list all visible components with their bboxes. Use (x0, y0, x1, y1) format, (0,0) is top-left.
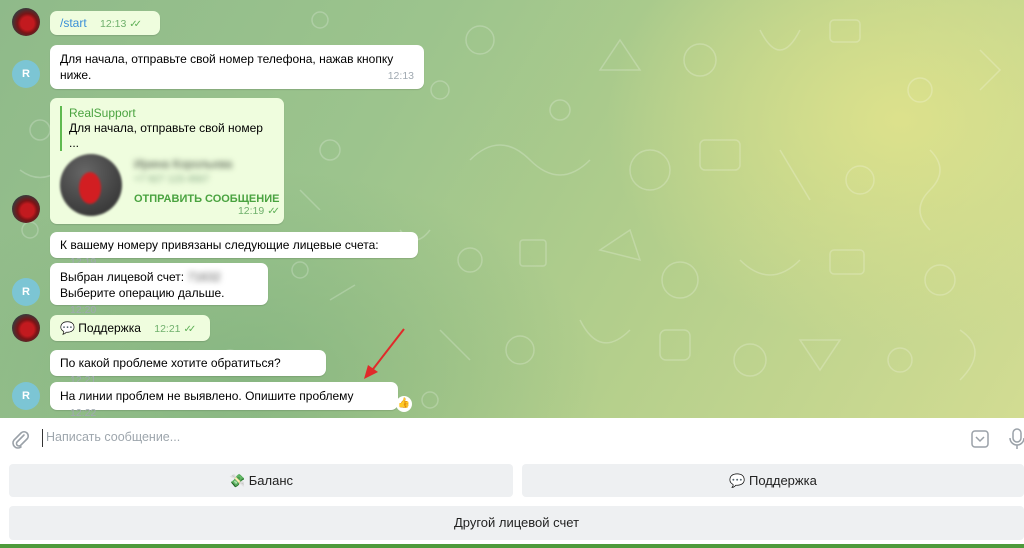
read-checkmarks-icon: ✓✓ (267, 206, 280, 217)
message-time: 12:22 (70, 407, 97, 418)
chat-area[interactable]: /start 12:13 ✓✓ R Для начала, отправьте с… (0, 0, 1024, 418)
bot-reply-keyboard: 💸 Баланс 💬 Поддержка Другой лицевой счет (0, 462, 1024, 548)
reply-text: Для начала, отправьте свой номер ... (69, 121, 263, 150)
speech-bubble-icon: 💬 (729, 473, 746, 488)
message-text: На линии проблем не выявлено. Опишите пр… (60, 389, 354, 403)
bot-keyboard-icon[interactable] (970, 429, 990, 449)
user-avatar[interactable] (12, 195, 40, 223)
message-text: Поддержка (78, 321, 141, 335)
message-text: По какой проблеме хотите обратиться? (60, 356, 281, 370)
message-input[interactable]: Написать сообщение... (46, 430, 180, 444)
message-bubble-incoming[interactable]: На линии проблем не выявлено. Опишите пр… (50, 382, 398, 418)
message-bubble-incoming[interactable]: К вашему номеру привязаны следующие лице… (50, 232, 418, 268)
support-button[interactable]: 💬 Поддержка (522, 464, 1024, 497)
money-icon: 💸 (228, 473, 246, 488)
account-number: 71632 (187, 270, 221, 284)
message-text-line: Для начала, отправьте свой номер телефон… (60, 52, 394, 66)
other-account-button-label: Другой лицевой счет (453, 515, 580, 530)
bot-avatar[interactable]: R (12, 382, 40, 410)
user-avatar[interactable] (12, 8, 40, 36)
message-text: К вашему номеру привязаны следующие лице… (60, 238, 379, 252)
contact-photo[interactable] (60, 154, 122, 216)
window-bottom-border (0, 544, 1024, 548)
reply-sender-name: RealSupport (69, 106, 136, 120)
thumbs-up-reaction[interactable]: 👍 (396, 396, 412, 412)
message-time: 12:21 (154, 323, 181, 335)
message-text-label: Выбран лицевой счет: (60, 270, 185, 284)
message-time: 12:13 (100, 18, 127, 30)
read-checkmarks-icon: ✓✓ (129, 19, 142, 30)
message-composer: Написать сообщение... (0, 418, 1024, 462)
contact-phone: +7 927 123 4567 (134, 174, 210, 185)
balance-button-label: Баланс (248, 473, 294, 488)
contact-name: Ирина Корольева (134, 157, 233, 171)
microphone-icon[interactable] (1008, 427, 1024, 451)
red-arrow-annotation (364, 328, 405, 379)
read-checkmarks-icon: ✓✓ (183, 324, 197, 335)
paperclip-icon[interactable] (10, 429, 30, 449)
message-text-line: ниже. (60, 68, 92, 82)
message-bubble-outgoing[interactable]: /start 12:13 ✓✓ (50, 11, 160, 35)
command-text[interactable]: /start (60, 16, 87, 30)
message-bubble-incoming[interactable]: Для начала, отправьте свой номер телефон… (50, 45, 424, 89)
message-bubble-incoming[interactable]: Выбран лицевой счет: 71632 Выберите опер… (50, 263, 268, 316)
message-bubble-incoming[interactable]: По какой проблеме хотите обратиться? 12:… (50, 350, 326, 386)
text-cursor (42, 429, 43, 447)
balance-button[interactable]: 💸 Баланс (9, 464, 513, 497)
contact-message-bubble[interactable]: RealSupport Для начала, отправьте свой н… (50, 98, 284, 224)
message-time: 12:13 (387, 70, 414, 82)
bot-avatar[interactable]: R (12, 60, 40, 88)
other-account-button[interactable]: Другой лицевой счет (9, 506, 1024, 540)
message-text-line: Выберите операцию дальше. (60, 286, 225, 300)
support-button-label: Поддержка (748, 473, 817, 488)
bot-avatar[interactable]: R (12, 278, 40, 306)
message-time: 12:19 (237, 205, 265, 217)
user-avatar[interactable] (12, 314, 40, 342)
message-bubble-outgoing[interactable]: 💬 Поддержка 12:21 ✓✓ (50, 315, 210, 341)
reply-quote[interactable]: RealSupport Для начала, отправьте свой н… (60, 106, 274, 151)
speech-bubble-icon: 💬 (60, 321, 75, 335)
